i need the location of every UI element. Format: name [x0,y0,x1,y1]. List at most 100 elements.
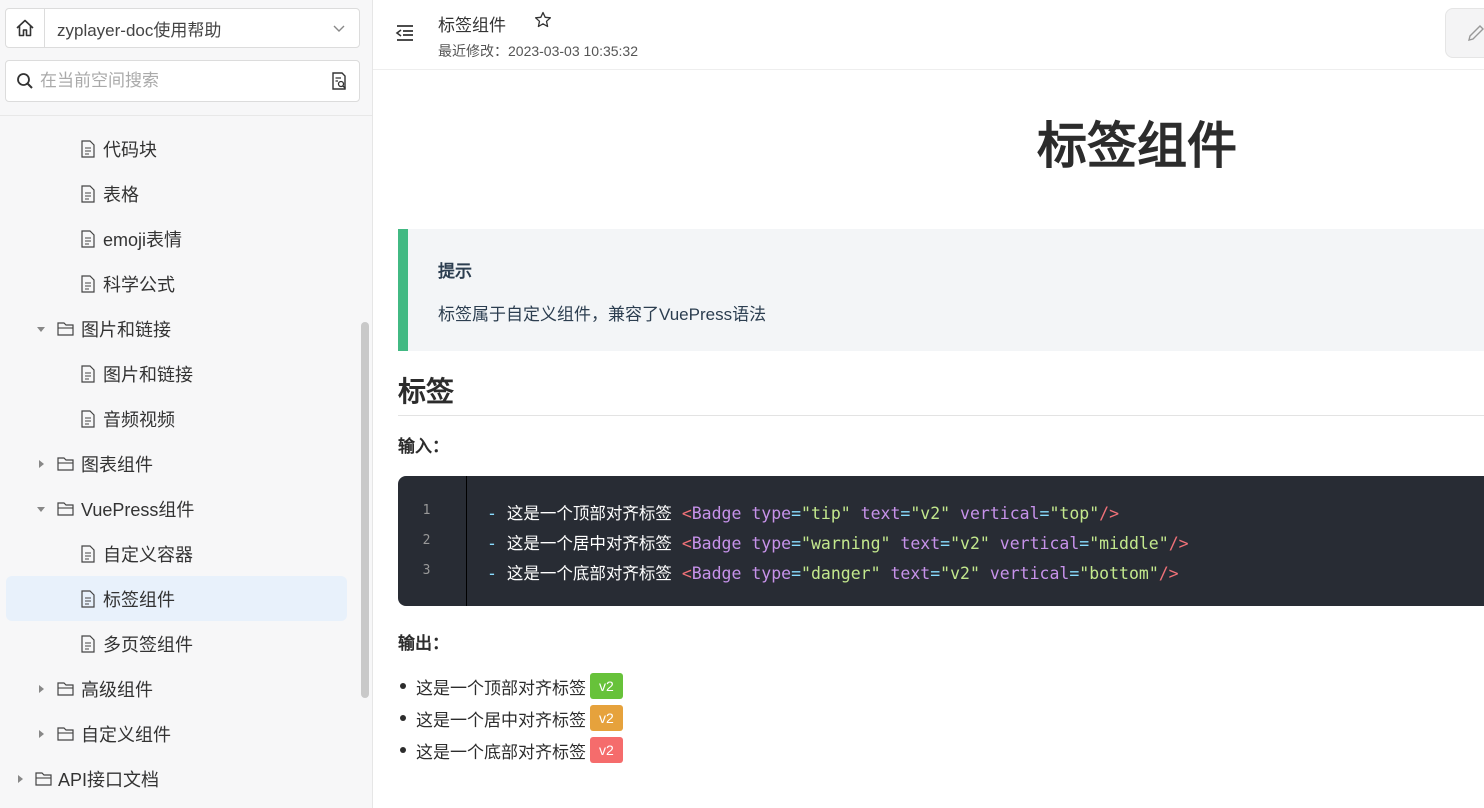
search-content-icon[interactable] [329,71,349,91]
home-icon [16,19,34,37]
badge-danger: v2 [590,737,623,763]
tree-item-folder[interactable]: 图片和链接 [0,306,360,351]
tree-item-file-active[interactable]: 标签组件 [6,576,347,621]
code-line: - 这是一个居中对齐标签 <Badge type="warning" text=… [487,534,1189,553]
tree-item-file[interactable]: 多页签组件 [0,621,360,666]
bullet [400,715,406,721]
tree-item-label: 标签组件 [103,589,175,610]
page-title: 标签组件 [1037,118,1237,174]
file-icon [79,409,97,428]
code-text: 这是一个底部对齐标签 [506,564,672,583]
doc-content: 标签组件 提示 标签属于自定义组件，兼容了VuePress语法 标签 输入： 1… [373,70,1484,808]
badge-tip: v2 [590,673,623,699]
bullet [400,747,406,753]
code-type: warning [810,534,881,553]
list-item: 这是一个底部对齐标签 v2 [398,734,623,766]
list-item-text: 这是一个底部对齐标签 [416,742,586,762]
tip-container: 提示 标签属于自定义组件，兼容了VuePress语法 [398,229,1484,351]
badge-warning: v2 [590,705,623,731]
folder-icon [57,455,75,473]
caret-right-icon[interactable] [15,774,25,784]
home-button[interactable] [6,9,45,47]
star-icon[interactable] [534,11,552,34]
list-item-text: 这是一个居中对齐标签 [416,710,586,730]
sidebar: zyplayer-doc使用帮助 代码块 表格 emoji表情 科学公式 [0,0,373,808]
code-line: - 这是一个顶部对齐标签 <Badge type="tip" text="v2"… [487,504,1120,523]
folder-icon [35,770,53,788]
list-item: 这是一个居中对齐标签 v2 [398,702,623,734]
bullet [400,683,406,689]
code-vertical: top [1059,504,1090,523]
sidebar-scrollbar[interactable] [361,322,369,698]
last-modified: 最近修改：2023-03-03 10:35:32 [438,43,638,59]
code-vtext: v2 [950,564,970,583]
code-vtext: v2 [960,534,980,553]
tree-item-label: API接口文档 [58,769,160,790]
tree-item-label: 代码块 [103,139,157,160]
collapse-sidebar-icon[interactable] [395,24,415,47]
tree-item-folder[interactable]: 自定义组件 [0,711,360,756]
tree-item-file[interactable]: 科学公式 [0,261,360,306]
tree-item-label: 自定义容器 [103,544,193,565]
code-line: - 这是一个底部对齐标签 <Badge type="danger" text="… [487,564,1179,583]
tip-text: 标签属于自定义组件，兼容了VuePress语法 [438,305,767,324]
tree-item-file[interactable]: 图片和链接 [0,351,360,396]
file-icon [79,589,97,608]
code-text: 这是一个顶部对齐标签 [506,504,672,523]
code-vertical: middle [1099,534,1159,553]
chevron-down-icon[interactable] [319,21,359,35]
tree-item-label: 多页签组件 [103,634,193,655]
tree-item-folder[interactable]: 图表组件 [0,441,360,486]
sidebar-divider [0,115,372,116]
space-selector[interactable]: zyplayer-doc使用帮助 [5,8,360,48]
file-icon [79,184,97,203]
tree-item-file[interactable]: 自定义容器 [0,531,360,576]
doc-tree: 代码块 表格 emoji表情 科学公式 图片和链接 图片和链接 音频视频 图表组… [0,126,360,801]
file-icon [79,634,97,653]
tree-item-file[interactable]: 代码块 [0,126,360,171]
tree-item-label: 图片和链接 [81,319,171,340]
file-icon [79,364,97,383]
caret-right-icon[interactable] [36,459,46,469]
tree-item-file[interactable]: 音频视频 [0,396,360,441]
tree-item-folder[interactable]: VuePress组件 [0,486,360,531]
list-item: 这是一个顶部对齐标签 v2 [398,670,623,702]
caret-right-icon[interactable] [36,729,46,739]
output-list: 这是一个顶部对齐标签 v2 这是一个居中对齐标签 v2 这是一个底部对齐标签 v… [398,670,623,766]
file-icon [79,229,97,248]
tree-item-label: VuePress组件 [81,499,195,520]
tree-item-folder[interactable]: API接口文档 [0,756,360,801]
folder-icon [57,680,75,698]
code-block: 1 2 3 - 这是一个顶部对齐标签 <Badge type="tip" tex… [398,476,1484,606]
doc-header: 标签组件 最近修改：2023-03-03 10:35:32 [373,0,1484,70]
input-label: 输入： [398,437,449,456]
caret-right-icon[interactable] [36,684,46,694]
tip-title: 提示 [438,262,472,281]
code-vtext: v2 [920,504,941,523]
tree-item-label: 音频视频 [103,409,175,430]
line-number: 3 [422,563,431,578]
caret-down-icon[interactable] [36,324,46,334]
tree-item-folder[interactable]: 高级组件 [0,666,360,711]
edit-button[interactable] [1445,8,1484,58]
file-icon [79,274,97,293]
heading-divider [398,415,1484,416]
line-number: 1 [422,503,431,518]
output-label: 输出： [398,634,449,653]
caret-down-icon[interactable] [36,504,46,514]
code-vertical: bottom [1089,564,1149,583]
list-item-text: 这是一个顶部对齐标签 [416,678,586,698]
tree-item-file[interactable]: emoji表情 [0,216,360,261]
tree-item-label: emoji表情 [103,229,183,250]
tree-item-file[interactable]: 表格 [0,171,360,216]
folder-open-icon [57,500,75,518]
search-icon [17,73,33,89]
code-text: 这是一个居中对齐标签 [506,534,672,553]
space-name: zyplayer-doc使用帮助 [57,20,222,40]
folder-icon [57,725,75,743]
section-heading: 标签 [398,376,455,407]
tree-item-label: 表格 [103,184,139,205]
search-input[interactable] [40,71,329,91]
tree-item-label: 自定义组件 [81,724,171,745]
tree-item-label: 图表组件 [81,454,153,475]
